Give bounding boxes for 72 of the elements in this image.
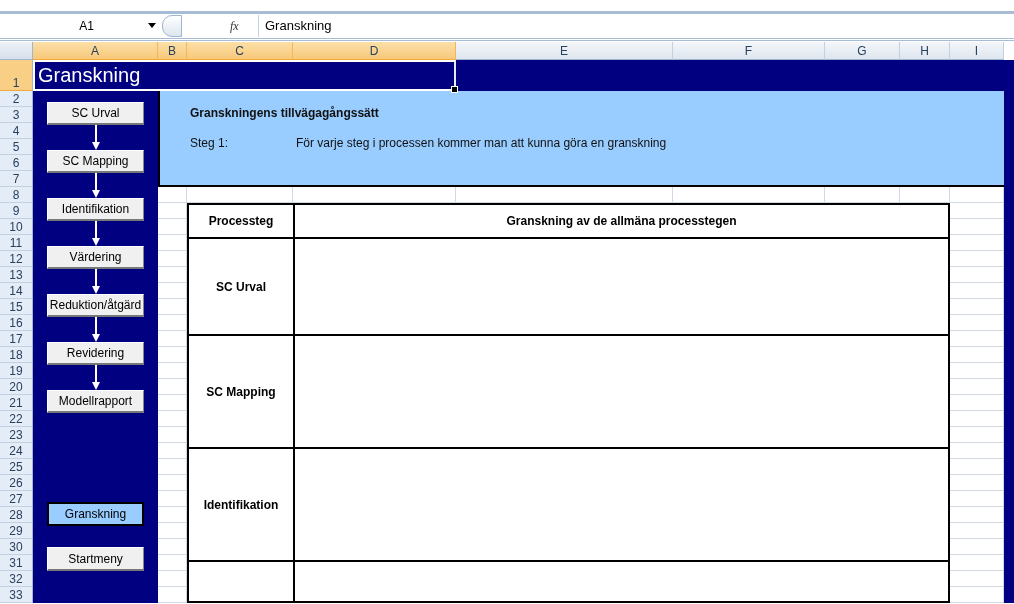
row-header[interactable]: 26 — [0, 475, 33, 491]
row-header[interactable]: 3 — [0, 107, 33, 123]
row-header[interactable]: 18 — [0, 347, 33, 363]
step-button[interactable]: Värdering — [47, 246, 144, 269]
process-step-cell: SC Mapping — [189, 336, 295, 449]
row-header[interactable]: 20 — [0, 379, 33, 395]
step-button[interactable]: SC Urval — [47, 102, 144, 125]
row-header[interactable]: 15 — [0, 299, 33, 315]
row-header[interactable]: 8 — [0, 187, 33, 203]
row-header[interactable]: 28 — [0, 507, 33, 523]
row-header[interactable]: 30 — [0, 539, 33, 555]
column-heading: Processteg — [189, 205, 295, 239]
row-header[interactable]: 24 — [0, 443, 33, 459]
step-button[interactable]: Identifikation — [47, 198, 144, 221]
column-header[interactable]: H — [900, 42, 950, 60]
row-header[interactable]: 25 — [0, 459, 33, 475]
row-header[interactable]: 11 — [0, 235, 33, 251]
nav-button[interactable]: Granskning — [47, 502, 144, 526]
column-header[interactable]: I — [950, 42, 1004, 60]
fill-handle[interactable] — [451, 86, 458, 93]
row-header[interactable]: 9 — [0, 203, 33, 219]
down-arrow-icon — [90, 221, 101, 246]
row-header[interactable]: 17 — [0, 331, 33, 347]
row-header[interactable]: 21 — [0, 395, 33, 411]
step-label: Steg 1: — [190, 136, 230, 150]
name-box[interactable]: A1 — [33, 15, 160, 37]
nav-button[interactable]: Startmeny — [47, 547, 144, 571]
row-header[interactable]: 32 — [0, 571, 33, 587]
column-header[interactable]: F — [673, 42, 825, 60]
row-header[interactable]: 14 — [0, 283, 33, 299]
column-header[interactable]: C — [187, 42, 293, 60]
row-header[interactable]: 1 — [0, 60, 33, 91]
row-header[interactable]: 2 — [0, 91, 33, 107]
row-header[interactable]: 6 — [0, 155, 33, 171]
row-header[interactable]: 27 — [0, 491, 33, 507]
down-arrow-icon — [90, 125, 101, 150]
step-button[interactable]: Revidering — [47, 342, 144, 365]
splitter-handle[interactable] — [162, 15, 182, 37]
row-header[interactable]: 10 — [0, 219, 33, 235]
row-header[interactable]: 19 — [0, 363, 33, 379]
row-header[interactable]: 29 — [0, 523, 33, 539]
row-header[interactable]: 13 — [0, 267, 33, 283]
row-header[interactable]: 31 — [0, 555, 33, 571]
row-header[interactable]: 33 — [0, 587, 33, 603]
step-button[interactable]: Reduktion/åtgärd — [47, 294, 144, 317]
down-arrow-icon — [90, 365, 101, 390]
step-button[interactable]: Modellrapport — [47, 390, 144, 413]
down-arrow-icon — [90, 317, 101, 342]
row-header[interactable]: 12 — [0, 251, 33, 267]
step-text: För varje steg i processen kommer man att kunna göra en granskning — [296, 136, 667, 150]
step-button[interactable]: SC Mapping — [47, 150, 144, 173]
row-header[interactable]: 7 — [0, 171, 33, 187]
title-cell[interactable]: Granskning — [33, 60, 456, 91]
column-header[interactable]: E — [456, 42, 673, 60]
row-header[interactable]: 4 — [0, 123, 33, 139]
panel-title: Granskningens tillvägagångssätt — [190, 106, 380, 120]
process-step-cell: SC Urval — [189, 239, 295, 336]
column-header[interactable]: A — [33, 42, 158, 60]
column-header[interactable]: D — [293, 42, 456, 60]
row-header[interactable]: 23 — [0, 427, 33, 443]
row-header[interactable]: 16 — [0, 315, 33, 331]
row-header[interactable]: 22 — [0, 411, 33, 427]
column-header[interactable]: B — [158, 42, 187, 60]
down-arrow-icon — [90, 173, 101, 198]
caret-icon[interactable] — [148, 23, 156, 28]
down-arrow-icon — [90, 269, 101, 294]
function-button[interactable]: fx — [230, 18, 252, 34]
row-header[interactable]: 5 — [0, 139, 33, 155]
formula-field[interactable]: Granskning — [258, 15, 332, 37]
column-heading: Granskning av de allmäna processtegen — [295, 205, 948, 239]
column-header[interactable]: G — [825, 42, 900, 60]
process-step-cell: Identifikation — [189, 449, 295, 562]
